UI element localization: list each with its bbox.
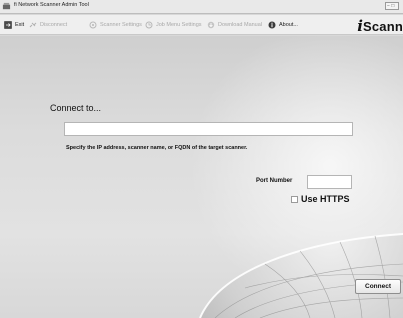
scanner-app-icon	[2, 2, 11, 10]
job-menu-settings-icon	[145, 21, 153, 29]
scanner-address-input[interactable]	[64, 122, 353, 136]
window-title: fi Network Scanner Admin Tool	[14, 2, 89, 8]
connect-button[interactable]: Connect	[355, 279, 401, 294]
scanner-settings-menu-item[interactable]: Scanner Settings	[89, 20, 142, 30]
about-label: About...	[279, 22, 298, 28]
iscanner-logo: i Scann	[357, 17, 403, 35]
port-number-input[interactable]	[307, 175, 352, 189]
exit-label: Exit	[15, 22, 25, 28]
use-https-label: Use HTTPS	[301, 194, 350, 204]
job-menu-settings-menu-item[interactable]: Job Menu Settings	[145, 20, 202, 30]
scanner-settings-label: Scanner Settings	[100, 22, 142, 28]
title-bar: fi Network Scanner Admin Tool − □	[0, 0, 403, 14]
use-https-checkbox[interactable]	[291, 195, 298, 203]
disconnect-menu-item[interactable]: Disconnect	[29, 20, 67, 30]
about-menu-item[interactable]: About...	[268, 20, 298, 30]
disconnect-label: Disconnect	[40, 22, 68, 28]
use-https-option[interactable]: Use HTTPS	[291, 194, 350, 204]
window-controls-glyphs: − □	[387, 3, 395, 9]
logo-rest: Scann	[362, 19, 403, 34]
exit-icon	[4, 21, 12, 29]
menu-bar: Exit Disconnect Scanner Settings Job Men…	[0, 15, 403, 35]
download-manual-label: Download Manual	[218, 22, 263, 28]
window-controls[interactable]: − □	[385, 2, 399, 10]
download-manual-icon	[207, 21, 215, 29]
disconnect-icon	[29, 22, 37, 28]
job-menu-settings-label: Job Menu Settings	[156, 22, 202, 28]
address-hint-text: Specify the IP address, scanner name, or…	[66, 145, 248, 151]
connect-panel: Connect to... Specify the IP address, sc…	[0, 36, 403, 318]
exit-menu-item[interactable]: Exit	[4, 20, 24, 30]
connect-to-label: Connect to...	[50, 103, 102, 113]
scanner-settings-icon	[89, 21, 97, 29]
download-manual-menu-item[interactable]: Download Manual	[207, 20, 262, 30]
port-number-label: Port Number	[256, 178, 293, 184]
about-icon	[268, 21, 276, 29]
